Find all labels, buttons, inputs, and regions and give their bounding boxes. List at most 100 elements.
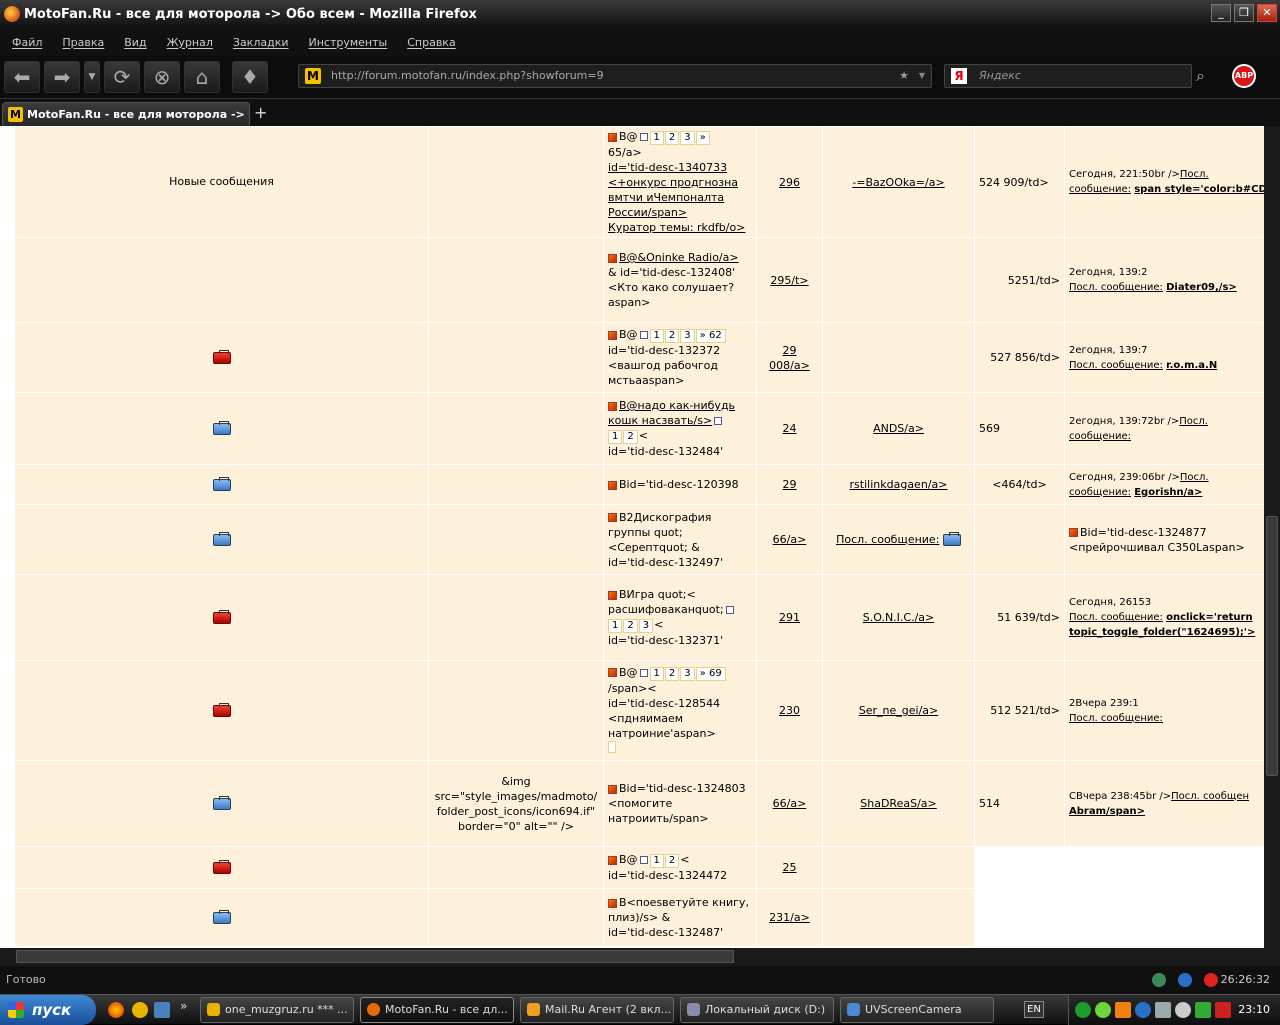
minimize-button[interactable]: _ bbox=[1211, 4, 1231, 22]
last-poster-link[interactable]: Diater09,/s> bbox=[1166, 282, 1237, 293]
page-link[interactable]: 1 bbox=[649, 666, 664, 681]
menu-edit[interactable]: Правка bbox=[62, 36, 104, 49]
author-link[interactable]: Ser_ne_gei/a> bbox=[859, 704, 938, 717]
skype-icon[interactable] bbox=[1178, 973, 1192, 987]
page-link[interactable]: 3 bbox=[680, 131, 695, 145]
replies-link[interactable]: 231/a> bbox=[769, 911, 810, 924]
topic-curator[interactable]: Куратор темы: rkdfb/o> bbox=[608, 221, 745, 234]
firefox-quicklaunch-icon[interactable] bbox=[108, 1002, 124, 1018]
replies-link[interactable]: 29 008/a> bbox=[769, 344, 810, 372]
tray-icon[interactable] bbox=[1095, 1002, 1111, 1018]
page-link[interactable]: 2 bbox=[664, 131, 680, 145]
close-button[interactable]: ✕ bbox=[1257, 4, 1277, 22]
history-dropdown-button[interactable]: ▼ bbox=[84, 61, 100, 93]
menu-help[interactable]: Справка bbox=[407, 36, 455, 49]
page-link[interactable]: 2 bbox=[623, 619, 638, 633]
page-link[interactable]: 2 bbox=[623, 430, 638, 444]
gear-icon[interactable]: ♦ bbox=[232, 61, 268, 93]
back-button[interactable]: ⬅ bbox=[4, 61, 40, 93]
tray-icon[interactable] bbox=[1135, 1002, 1151, 1018]
last-poster-link[interactable]: r.o.m.a.N bbox=[1166, 360, 1217, 371]
topic-link[interactable]: id='tid-desc-1340733 bbox=[608, 161, 727, 174]
page-link[interactable]: 2 bbox=[664, 666, 680, 681]
url-bar[interactable]: M http://forum.motofan.ru/index.php?show… bbox=[298, 64, 932, 88]
last-post-link[interactable]: Посл. сообщение: bbox=[836, 533, 939, 546]
reload-button[interactable]: ⟳ bbox=[104, 61, 140, 93]
page-link[interactable]: 2 bbox=[664, 329, 680, 343]
replies-link[interactable]: 230 bbox=[779, 704, 800, 717]
author-link[interactable]: S.O.N.I.C./a> bbox=[863, 611, 935, 624]
page-link[interactable]: 1 bbox=[649, 854, 664, 868]
horizontal-scrollbar[interactable] bbox=[0, 948, 1280, 966]
author-link[interactable]: ShaDReaS/a> bbox=[860, 797, 936, 810]
topic-icon-cell: &img src="style_images/madmoto/folder_po… bbox=[428, 760, 604, 847]
bookmark-star-icon[interactable]: ★ bbox=[899, 65, 909, 87]
tray-icon[interactable] bbox=[1215, 1002, 1231, 1018]
tray-icon[interactable] bbox=[1175, 1002, 1191, 1018]
taskbar-button[interactable]: Локальный диск (D:) bbox=[680, 997, 834, 1023]
start-button[interactable]: пуск bbox=[0, 995, 96, 1025]
menu-view[interactable]: Вид bbox=[124, 36, 146, 49]
taskbar-button[interactable]: MotoFan.Ru - все дл... bbox=[360, 997, 514, 1023]
tray-icon[interactable] bbox=[1155, 1002, 1171, 1018]
taskbar-button[interactable]: one_muzgruz.ru *** ... bbox=[200, 997, 354, 1023]
browser-quicklaunch-icon[interactable] bbox=[132, 1002, 148, 1018]
author-link[interactable]: ANDS/a> bbox=[873, 422, 924, 435]
tray-icon[interactable] bbox=[1195, 1002, 1211, 1018]
replies-link[interactable]: 66/a> bbox=[773, 533, 807, 546]
forward-button[interactable]: ➡ bbox=[44, 61, 80, 93]
page-link[interactable]: 1 bbox=[649, 329, 664, 343]
replies-link[interactable]: 291 bbox=[779, 611, 800, 624]
taskbar-button[interactable]: Mail.Ru Агент (2 вкл... bbox=[520, 997, 674, 1023]
menu-tools[interactable]: Инструменты bbox=[309, 36, 388, 49]
page-next-link[interactable]: » 69 bbox=[695, 666, 726, 681]
page-link-empty[interactable] bbox=[608, 740, 616, 753]
topic-link[interactable]: B@&Oninke Radio/a> bbox=[619, 251, 739, 264]
scrollbar-thumb[interactable] bbox=[1266, 516, 1278, 776]
tab-motofan[interactable]: M MotoFan.Ru - все для моторола -> ... bbox=[2, 102, 250, 144]
menu-bookmarks[interactable]: Закладки bbox=[233, 36, 289, 49]
maximize-button[interactable]: ❐ bbox=[1234, 4, 1254, 22]
page-link[interactable]: 2 bbox=[664, 854, 680, 868]
addon-icon[interactable] bbox=[1152, 973, 1166, 987]
page-link[interactable]: 3 bbox=[680, 666, 695, 681]
page-next-link[interactable]: » bbox=[695, 131, 710, 145]
topic-link[interactable]: <+онкурс продгнозна вмтчи иЧемпоналта Ро… bbox=[608, 176, 738, 219]
topic-mini-icon bbox=[608, 590, 617, 600]
tray-icon[interactable] bbox=[1115, 1002, 1131, 1018]
replies-link[interactable]: 25 bbox=[783, 861, 797, 874]
page-link[interactable]: 1 bbox=[649, 131, 664, 145]
stop-button[interactable]: ⊗ bbox=[144, 61, 180, 93]
quicklaunch-expand-icon[interactable]: » bbox=[180, 999, 187, 1013]
last-poster-link[interactable]: span style='color:b#CD772'>Drkdfb/op bbox=[1134, 184, 1263, 195]
last-poster-link[interactable]: Egorishn/a> bbox=[1134, 487, 1202, 498]
menu-history[interactable]: Журнал bbox=[167, 36, 213, 49]
new-tab-button[interactable]: + bbox=[254, 103, 267, 122]
menu-file[interactable]: Файл bbox=[12, 36, 42, 49]
adblock-plus-button[interactable]: ABP bbox=[1232, 64, 1256, 88]
taskbar-button[interactable]: UVScreenCamera bbox=[840, 997, 994, 1023]
page-link[interactable]: 3 bbox=[680, 329, 695, 343]
search-icon[interactable]: ⌕ bbox=[1196, 66, 1205, 86]
replies-link[interactable]: 24 bbox=[783, 422, 797, 435]
page-next-link[interactable]: » 62 bbox=[695, 329, 726, 343]
author-link[interactable]: rstilinkdagaen/a> bbox=[850, 478, 948, 491]
author-link[interactable]: -=BazOOka=/a> bbox=[852, 176, 944, 189]
replies-link[interactable]: 66/a> bbox=[773, 797, 807, 810]
replies-link[interactable]: 296 bbox=[779, 176, 800, 189]
page-link[interactable]: 1 bbox=[608, 430, 623, 444]
url-dropdown-icon[interactable]: ▼ bbox=[919, 65, 925, 87]
vertical-scrollbar[interactable] bbox=[1264, 126, 1280, 948]
page-link[interactable]: 3 bbox=[638, 619, 654, 633]
scrollbar-thumb[interactable] bbox=[16, 950, 734, 963]
replies-link[interactable]: 29 bbox=[783, 478, 797, 491]
views-cell: 5251/td> bbox=[974, 237, 1065, 323]
last-poster-link[interactable]: Abram/span> bbox=[1069, 806, 1145, 817]
search-input[interactable]: Я Яндекс bbox=[944, 64, 1192, 88]
home-button[interactable]: ⌂ bbox=[184, 61, 220, 93]
page-link[interactable]: 1 bbox=[608, 619, 623, 633]
replies-link[interactable]: 295/t> bbox=[770, 274, 808, 287]
desktop-quicklaunch-icon[interactable] bbox=[154, 1002, 170, 1018]
language-indicator[interactable]: EN bbox=[1024, 1001, 1044, 1018]
tray-icon[interactable] bbox=[1075, 1002, 1091, 1018]
